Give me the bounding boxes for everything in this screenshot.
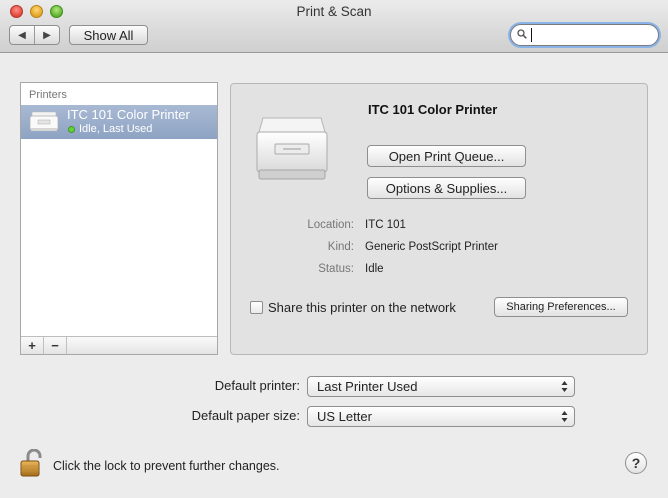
- updown-arrows-icon: [561, 381, 568, 392]
- help-button[interactable]: ?: [625, 452, 647, 474]
- printer-name: ITC 101 Color Printer: [67, 107, 190, 122]
- show-all-button[interactable]: Show All: [69, 25, 148, 45]
- default-paper-size-select[interactable]: US Letter: [307, 406, 575, 427]
- updown-arrows-icon: [561, 411, 568, 422]
- default-printer-label: Default printer:: [214, 378, 300, 393]
- share-printer-label[interactable]: Share this printer on the network: [268, 300, 456, 315]
- share-printer-checkbox[interactable]: [250, 301, 263, 314]
- sharing-preferences-button[interactable]: Sharing Preferences...: [494, 297, 628, 317]
- kind-label: Kind:: [327, 241, 354, 253]
- printers-list-header: Printers: [29, 89, 67, 101]
- status-dot-icon: [68, 126, 75, 133]
- lock-message: Click the lock to prevent further change…: [53, 459, 280, 473]
- list-footer: + −: [21, 336, 217, 354]
- status-label: Status:: [318, 263, 354, 275]
- printer-detail-title: ITC 101 Color Printer: [368, 102, 498, 117]
- add-printer-button[interactable]: +: [21, 337, 44, 354]
- forward-button[interactable]: ▶: [34, 26, 59, 44]
- printer-detail-panel: ITC 101 Color Printer Open Print Queue..…: [230, 83, 648, 355]
- search-icon: [517, 29, 527, 39]
- printer-large-icon: [256, 117, 328, 180]
- remove-printer-button[interactable]: −: [44, 337, 67, 354]
- open-print-queue-button[interactable]: Open Print Queue...: [367, 145, 526, 167]
- search-input[interactable]: [510, 24, 659, 46]
- lock-icon[interactable]: [19, 449, 45, 477]
- default-printer-value: Last Printer Used: [317, 379, 418, 394]
- options-supplies-button[interactable]: Options & Supplies...: [367, 177, 526, 199]
- location-label: Location:: [307, 219, 354, 231]
- printer-icon: [29, 111, 59, 131]
- default-paper-size-label: Default paper size:: [191, 408, 300, 423]
- kind-value: Generic PostScript Printer: [365, 241, 498, 253]
- location-value: ITC 101: [365, 219, 406, 231]
- printers-list: Printers ITC 101 Color Printer Idle, Las…: [20, 82, 218, 355]
- default-paper-size-value: US Letter: [317, 409, 372, 424]
- back-forward-control: ◀ ▶: [9, 25, 60, 45]
- back-button[interactable]: ◀: [10, 26, 34, 44]
- titlebar: Print & Scan ◀ ▶ Show All: [0, 0, 668, 53]
- print-scan-window: Print & Scan ◀ ▶ Show All Printers ITC 1…: [0, 0, 668, 498]
- window-title: Print & Scan: [296, 4, 372, 19]
- default-printer-select[interactable]: Last Printer Used: [307, 376, 575, 397]
- printer-status: Idle, Last Used: [79, 123, 153, 135]
- text-caret: [531, 28, 532, 42]
- status-value: Idle: [365, 263, 384, 275]
- printer-list-item[interactable]: ITC 101 Color Printer Idle, Last Used: [21, 105, 217, 139]
